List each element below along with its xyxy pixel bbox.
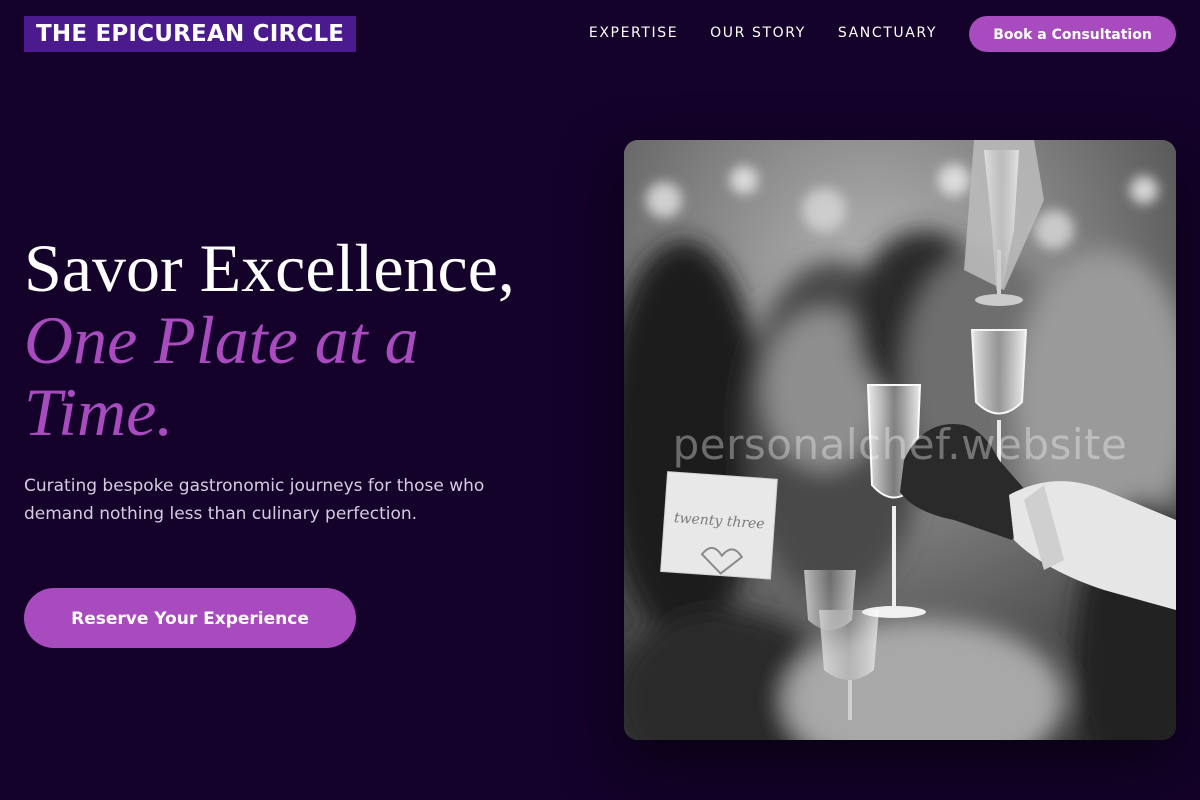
hero-title-accent: One Plate at a Time.: [24, 302, 419, 450]
hero-photo: twenty three personalchef.website: [624, 140, 1176, 740]
image-watermark: personalchef.website: [672, 420, 1128, 469]
book-consultation-button[interactable]: Book a Consultation: [969, 16, 1176, 52]
nav-link-our-story[interactable]: OUR STORY: [710, 24, 806, 42]
nav-link-sanctuary[interactable]: SANCTUARY: [838, 24, 937, 42]
nav-link-expertise[interactable]: EXPERTISE: [589, 24, 678, 42]
hero-subtitle: Curating bespoke gastronomic journeys fo…: [24, 476, 485, 524]
main-nav: EXPERTISE OUR STORY SANCTUARY: [589, 24, 937, 42]
hero-title-line1: Savor Excellence,: [24, 230, 515, 306]
reserve-experience-button[interactable]: Reserve Your Experience: [24, 588, 356, 648]
site-header: THE EPICUREAN CIRCLE EXPERTISE OUR STORY…: [0, 0, 1200, 68]
hero-title: Savor Excellence, One Plate at a Time.: [24, 232, 584, 448]
brand-logo[interactable]: THE EPICUREAN CIRCLE: [24, 16, 357, 52]
